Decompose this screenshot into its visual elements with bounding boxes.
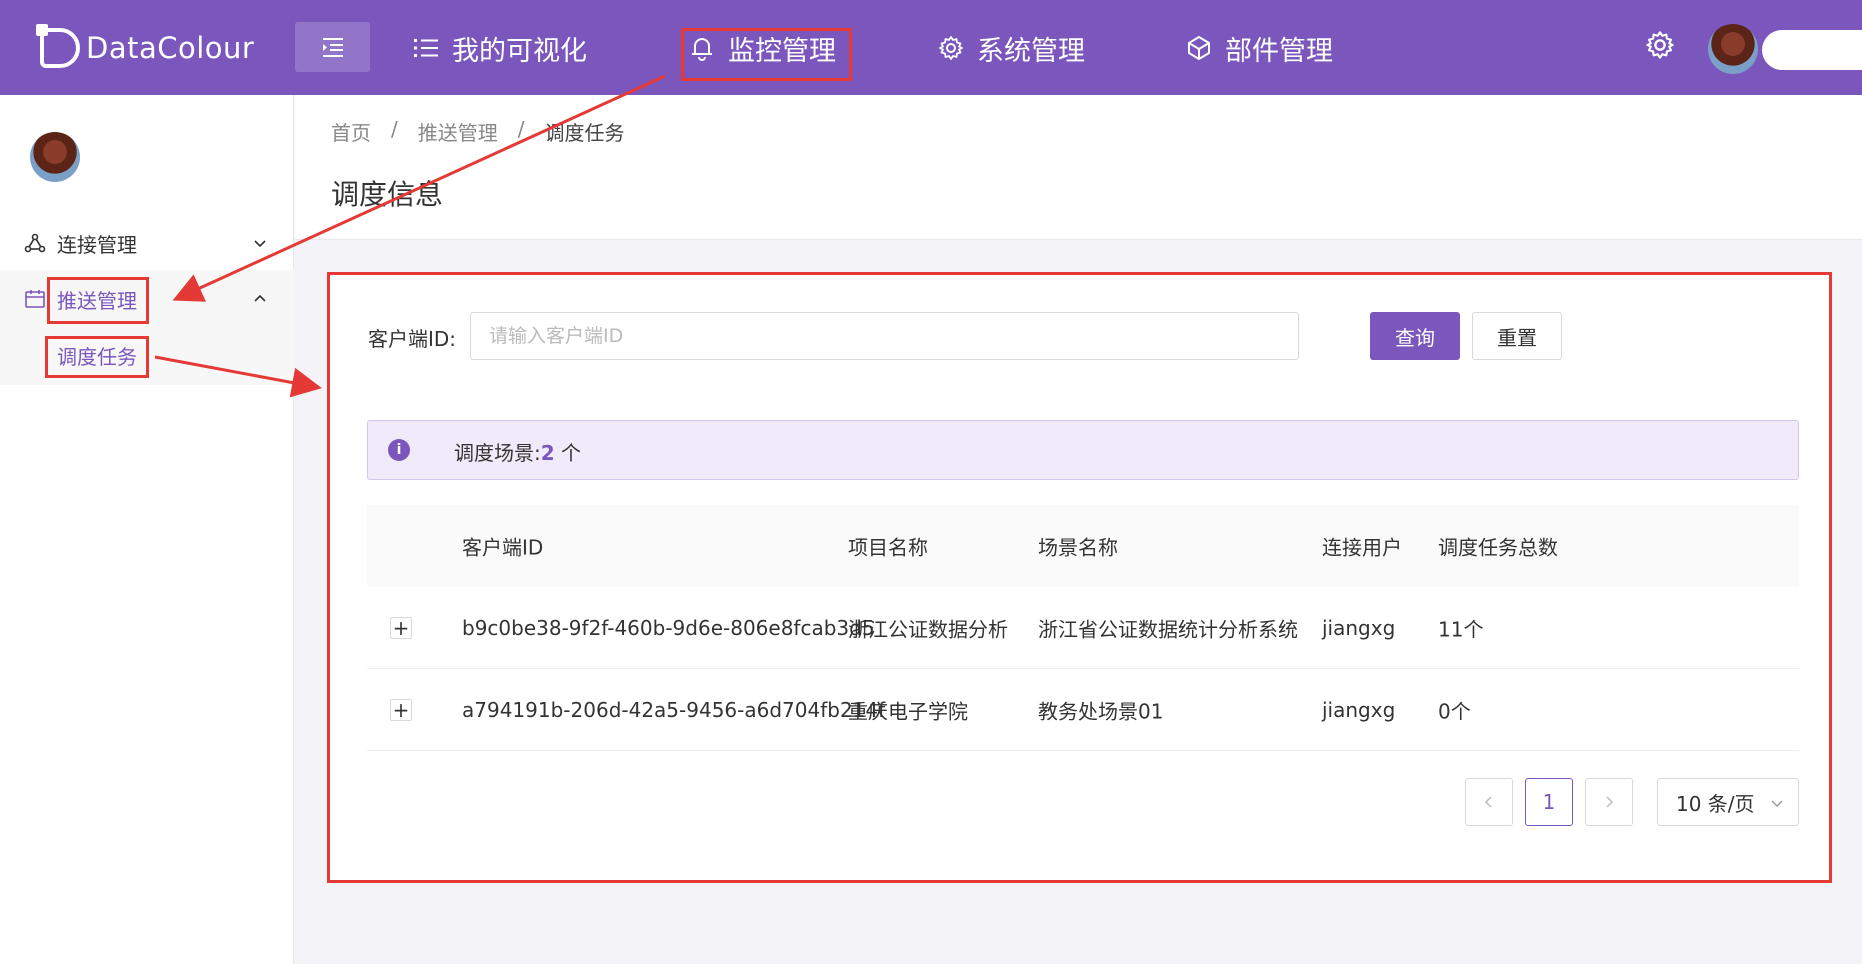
list-icon: [412, 34, 440, 62]
username-redacted[interactable]: [1762, 30, 1862, 70]
sidebar: 连接管理 推送管理 调度任务: [0, 95, 294, 964]
menu-fold-icon: [322, 38, 343, 57]
page-title: 调度信息: [331, 178, 444, 211]
nav-system-management[interactable]: 系统管理: [937, 26, 1085, 70]
nav-widget-management[interactable]: 部件管理: [1185, 26, 1333, 70]
logo-mark-icon: [36, 24, 80, 68]
calendar-icon: [25, 290, 45, 308]
breadcrumb-push[interactable]: 推送管理: [418, 117, 498, 146]
sidebar-item-label: 连接管理: [57, 232, 137, 257]
nav-label: 部件管理: [1225, 35, 1333, 67]
annotation-box-card: [327, 272, 1832, 883]
sidebar-item-connection[interactable]: 连接管理: [0, 215, 294, 271]
breadcrumb: 首页 / 推送管理 / 调度任务: [331, 117, 625, 146]
user-avatar[interactable]: [1708, 24, 1758, 74]
content-header: 首页 / 推送管理 / 调度任务 调度信息: [295, 95, 1862, 240]
breadcrumb-separator: /: [391, 117, 398, 141]
sidebar-avatar: [30, 132, 80, 182]
menu-toggle-button[interactable]: [295, 22, 370, 72]
logo[interactable]: DataColour: [36, 24, 255, 70]
nav-label: 系统管理: [977, 35, 1085, 67]
cube-icon: [1185, 34, 1213, 62]
annotation-box-schedule-item: [45, 336, 149, 378]
chevron-down-icon: [254, 240, 266, 248]
annotation-box-push-item: [47, 277, 149, 324]
network-icon: [24, 233, 46, 253]
logo-text: DataColour: [86, 31, 255, 65]
chevron-up-icon: [254, 294, 266, 302]
settings-icon[interactable]: [1645, 30, 1675, 60]
top-navbar: DataColour 我的可视化 监控管理 系统管理 部件管理: [0, 0, 1862, 95]
annotation-box-monitor-nav: [681, 28, 852, 81]
gear-icon: [937, 34, 965, 62]
nav-label: 我的可视化: [452, 35, 587, 67]
nav-my-visualization[interactable]: 我的可视化: [412, 26, 587, 70]
breadcrumb-current: 调度任务: [544, 121, 625, 145]
breadcrumb-home[interactable]: 首页: [331, 117, 371, 146]
breadcrumb-separator: /: [517, 117, 525, 141]
